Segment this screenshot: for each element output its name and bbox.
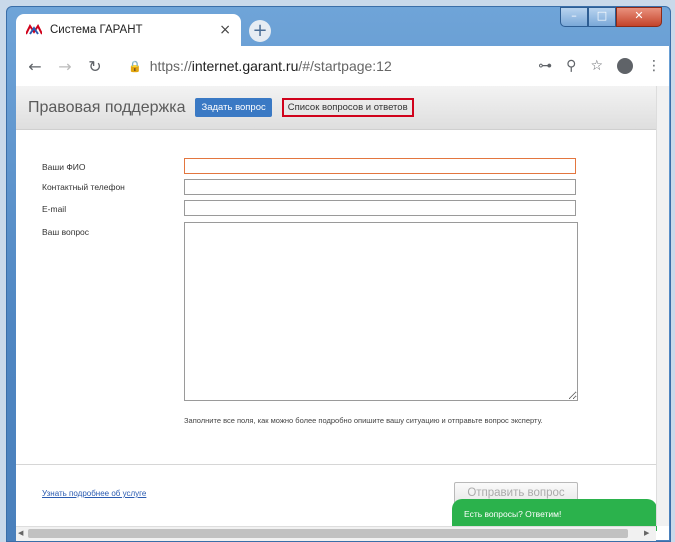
page-header: Правовая поддержка Задать вопрос Список …	[16, 86, 669, 130]
name-label: Ваши ФИО	[42, 162, 86, 172]
scroll-left-icon[interactable]: ◀	[18, 529, 23, 537]
learn-more-link[interactable]: Узнать подробнее об услуге	[42, 489, 146, 498]
tab-title: Система ГАРАНТ	[50, 24, 143, 36]
scroll-right-icon[interactable]: ▶	[644, 529, 649, 537]
ask-question-button[interactable]: Задать вопрос	[195, 98, 272, 117]
back-icon[interactable]: ←	[24, 57, 46, 76]
url-prefix: https://	[149, 58, 192, 74]
lock-icon[interactable]: 🔒	[128, 60, 142, 73]
phone-input[interactable]	[184, 179, 576, 195]
browser-toolbar: ← → ↻ 🔒 https://internet.garant.ru/#/sta…	[16, 46, 669, 86]
maximize-button[interactable]: □	[588, 7, 616, 27]
tab-close-icon[interactable]: ×	[219, 22, 231, 38]
name-input[interactable]	[184, 158, 576, 174]
email-label: E-mail	[42, 204, 67, 214]
page-content: Правовая поддержка Задать вопрос Список …	[16, 86, 669, 541]
menu-dots-icon[interactable]: ⋮	[647, 58, 661, 74]
phone-label: Контактный телефон	[42, 182, 125, 192]
form-hint: Заполните все поля, как можно более подр…	[184, 416, 543, 425]
new-tab-button[interactable]: +	[249, 20, 271, 42]
address-bar[interactable]: https://internet.garant.ru/#/startpage:1…	[150, 58, 538, 74]
question-label: Ваш вопрос	[42, 227, 90, 237]
url-path: /#/startpage:12	[298, 58, 392, 74]
reload-icon[interactable]: ↻	[84, 57, 106, 76]
scroll-thumb[interactable]	[28, 529, 628, 538]
faq-list-link[interactable]: Список вопросов и ответов	[281, 98, 414, 117]
horizontal-scrollbar[interactable]: ◀ ▶	[16, 526, 656, 541]
bookmark-star-icon[interactable]: ☆	[590, 58, 603, 74]
browser-tab[interactable]: Система ГАРАНТ ×	[16, 14, 241, 46]
url-host: internet.garant.ru	[191, 58, 299, 74]
profile-avatar-icon[interactable]	[617, 58, 633, 74]
brand-title: Правовая поддержка	[28, 98, 186, 116]
key-icon[interactable]: ⊶	[538, 58, 552, 74]
window-controls: – □ ✕	[560, 7, 662, 27]
garant-logo-icon	[25, 24, 43, 36]
vertical-scrollbar[interactable]	[656, 86, 669, 526]
close-button[interactable]: ✕	[616, 7, 662, 27]
forward-icon[interactable]: →	[54, 57, 76, 76]
minimize-button[interactable]: –	[560, 7, 588, 27]
question-textarea[interactable]	[184, 222, 578, 401]
zoom-icon[interactable]: ⚲	[566, 58, 576, 74]
email-input[interactable]	[184, 200, 576, 216]
divider	[16, 464, 656, 465]
